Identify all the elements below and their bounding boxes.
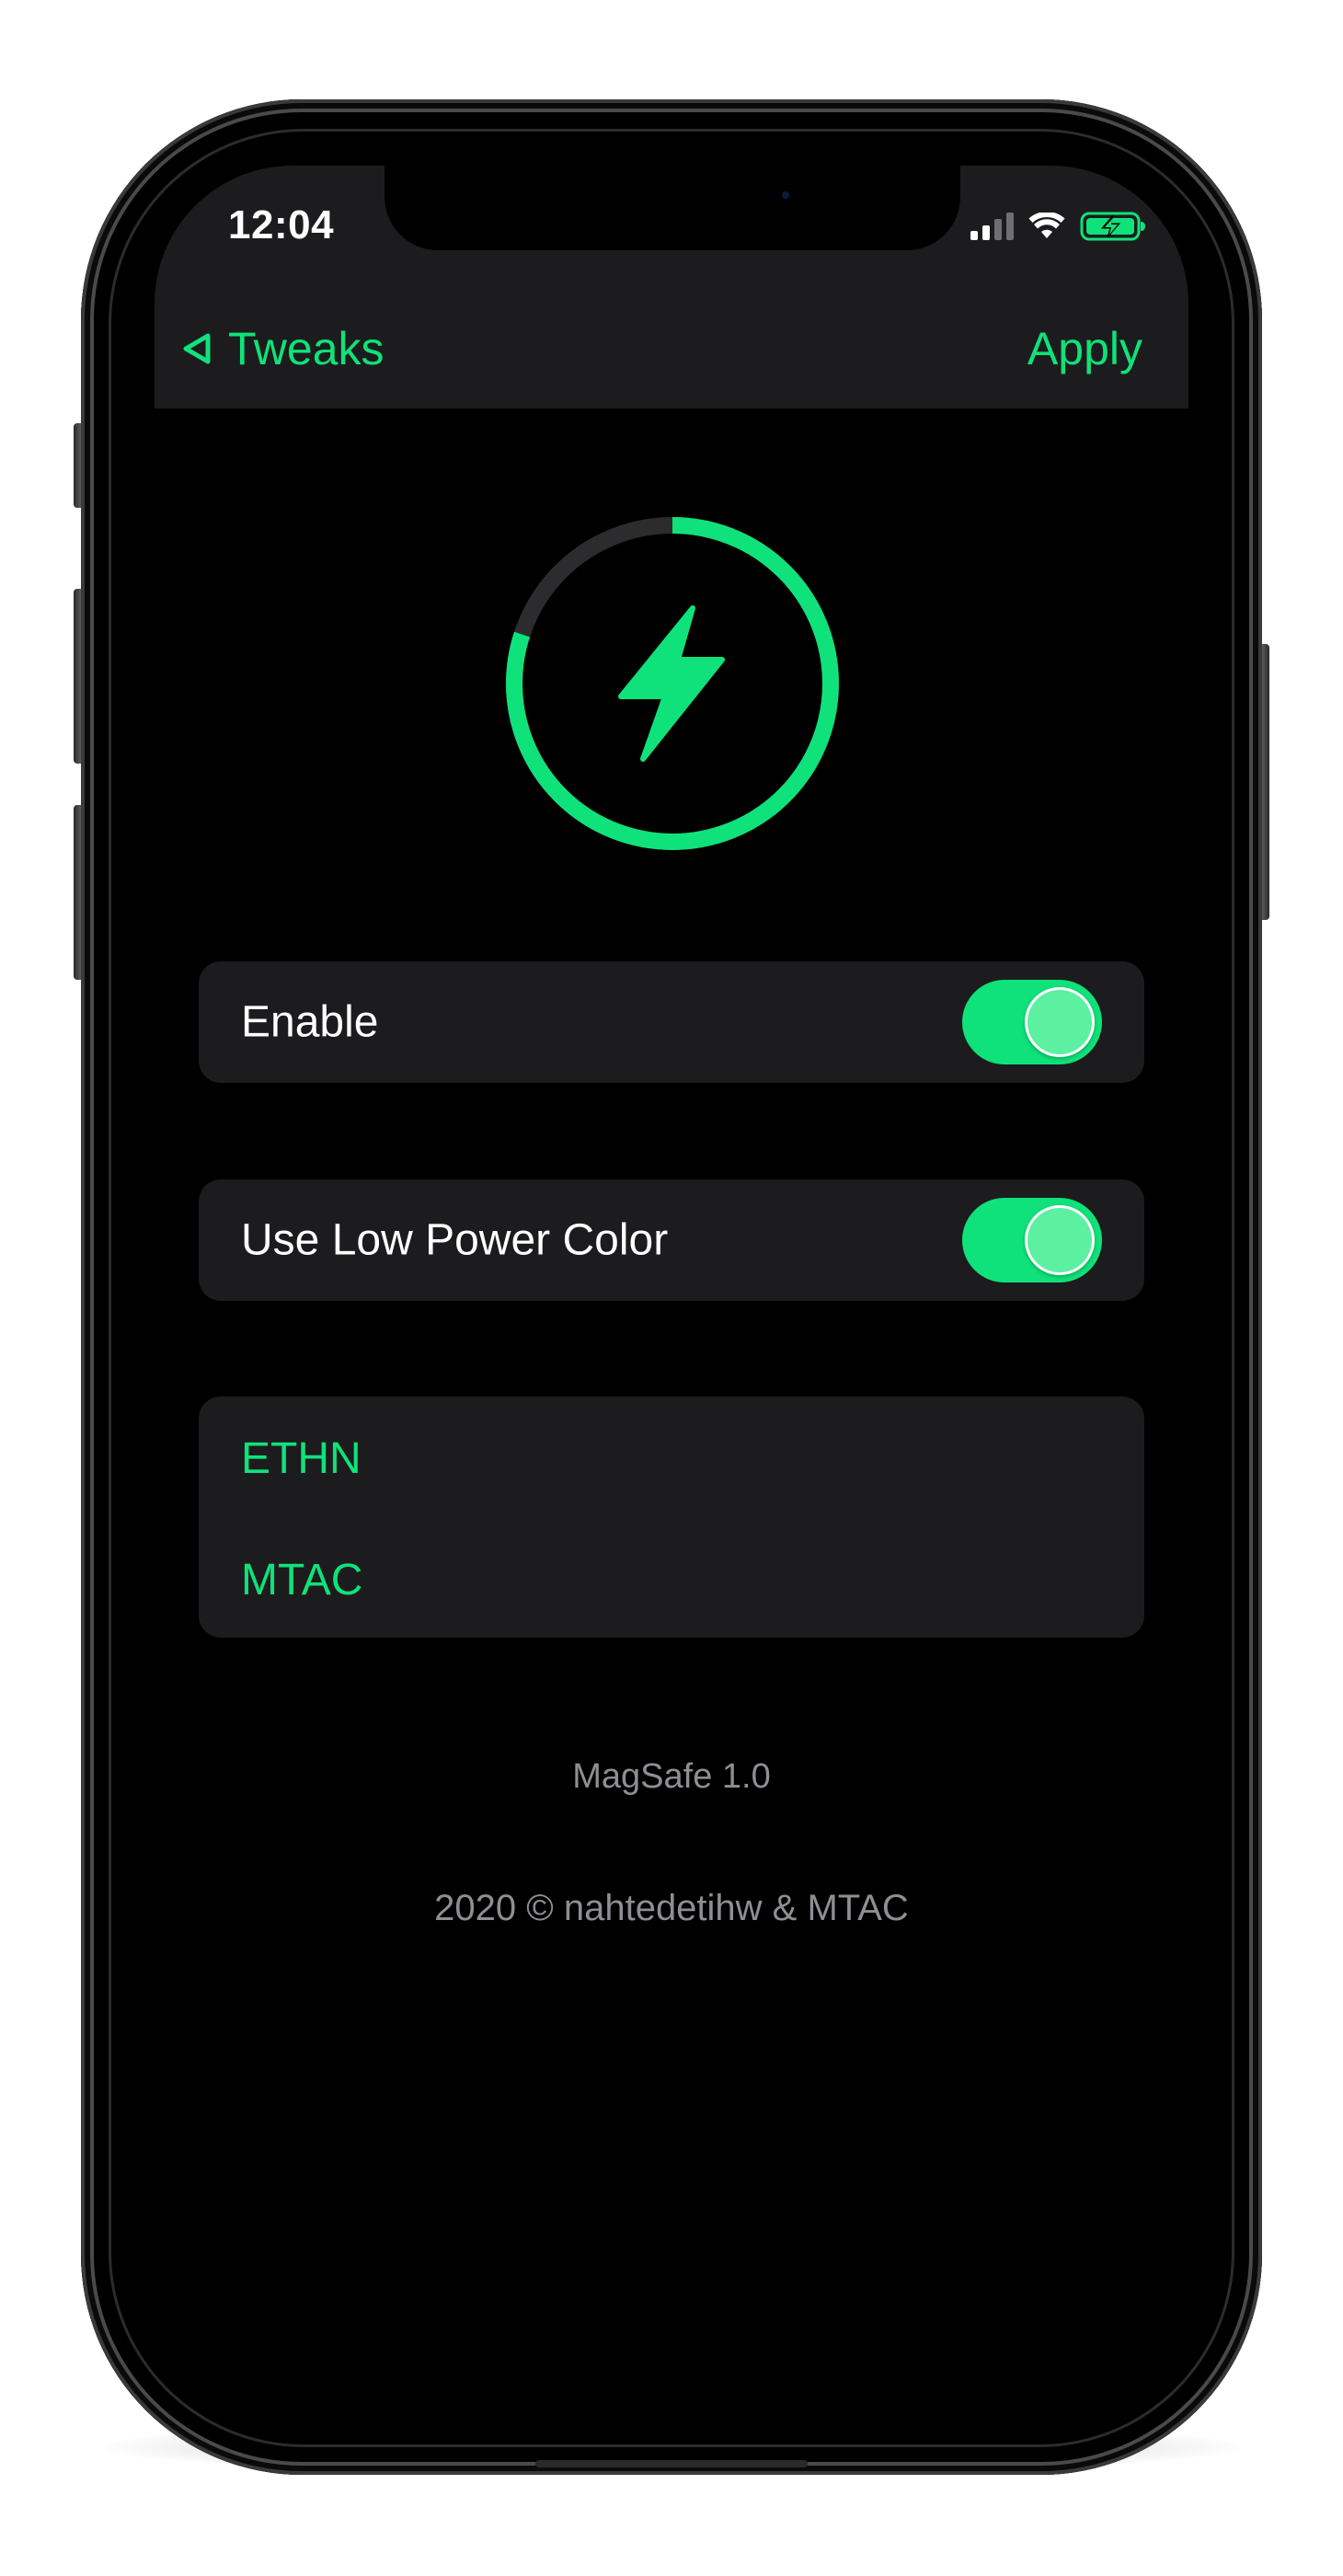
back-triangle-icon [183,333,211,364]
link-ethn[interactable]: ETHN [241,1433,362,1484]
back-button[interactable]: Tweaks [178,322,385,375]
low-power-color-row: Use Low Power Color [199,1179,1144,1301]
charging-ring [501,512,844,855]
wifi-icon [1028,213,1065,238]
copyright-text: 2020 © nahtedetihw & MTAC [434,1888,909,1928]
bottom-edge-detail [535,2460,808,2467]
status-time: 12:04 [228,202,335,247]
version-text: MagSafe 1.0 [572,1757,771,1796]
toggle-knob [1025,1205,1095,1275]
phone-screen: 12:04 Tweaks Apply Enable Use Low Power … [155,166,1188,2410]
links-group: ETHN MTAC [199,1397,1144,1638]
enable-label: Enable [241,997,379,1047]
enable-toggle[interactable] [962,980,1102,1064]
battery-charging-icon [1080,212,1145,241]
enable-row: Enable [199,961,1144,1083]
status-icons [970,212,1146,241]
notch [385,166,960,250]
low-power-color-label: Use Low Power Color [241,1215,669,1265]
toggle-knob [1025,987,1095,1057]
low-power-color-toggle[interactable] [962,1198,1102,1282]
link-mtac[interactable]: MTAC [241,1555,362,1605]
lightning-bolt-icon [618,605,725,762]
apply-button[interactable]: Apply [1027,322,1142,375]
cellular-signal-icon [970,213,1014,240]
back-button-label: Tweaks [228,323,385,374]
